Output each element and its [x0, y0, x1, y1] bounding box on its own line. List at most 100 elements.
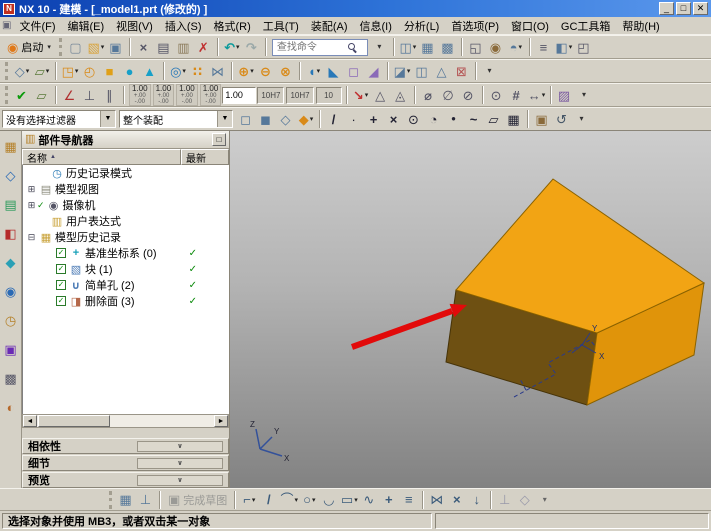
unite-button[interactable]: ⊕ ▾: [236, 61, 256, 81]
analysis-button[interactable]: ▨: [555, 85, 575, 105]
hole-button[interactable]: ◎ ▾: [168, 61, 188, 81]
redo-button[interactable]: ↷: [242, 37, 262, 57]
dimension-value-input[interactable]: [222, 86, 257, 104]
extrude-button[interactable]: ◳ ▾: [60, 61, 80, 81]
line-button[interactable]: /: [259, 490, 279, 510]
shell-button[interactable]: ◻: [344, 61, 364, 81]
no-selection-button[interactable]: ∅: [439, 85, 459, 105]
studio-spline-button[interactable]: ∿: [359, 490, 379, 510]
snap-toggle-button[interactable]: ↺: [552, 109, 572, 129]
window-button[interactable]: ◫ ▾: [398, 37, 418, 57]
maximize-button[interactable]: □: [676, 2, 691, 15]
cone-button[interactable]: ▲: [140, 61, 160, 81]
offset-face-button[interactable]: △: [432, 61, 452, 81]
menu-item[interactable]: 分析(L): [398, 17, 445, 35]
undo-button[interactable]: ↶ ▾: [222, 37, 242, 57]
point-dialog-button[interactable]: ▣: [532, 109, 552, 129]
tree-item-datum-csys[interactable]: ✓ + 基准坐标系 (0) ✓: [23, 245, 229, 261]
tolerance-field[interactable]: 1.00 +.00 -.00: [199, 84, 222, 106]
tree-item-user-expressions[interactable]: ▥ 用户表达式: [23, 213, 229, 229]
rapid-dimension-button[interactable]: ↘ ▾: [351, 85, 371, 105]
menu-item[interactable]: 工具(T): [257, 17, 305, 35]
graphics-viewport[interactable]: Y X Z X Y: [230, 131, 711, 488]
menu-item[interactable]: 信息(I): [354, 17, 398, 35]
snap-mid-point-button[interactable]: ∙: [344, 109, 364, 129]
full-screen-button[interactable]: ◱: [466, 37, 486, 57]
grid-button[interactable]: #: [507, 85, 527, 105]
part-navigator-button[interactable]: ▤: [2, 195, 20, 213]
save-button[interactable]: ▣: [106, 37, 126, 57]
selection-options-button[interactable]: ▾: [572, 109, 592, 129]
reuse-library-button[interactable]: ◧: [2, 224, 20, 242]
menu-item[interactable]: 帮助(H): [616, 17, 665, 35]
search-options-button[interactable]: ▾: [370, 37, 390, 57]
expand-section-button[interactable]: ∨: [137, 457, 223, 469]
column-name[interactable]: 名称 ▲: [22, 149, 181, 165]
trim-body-button[interactable]: ◪ ▾: [392, 61, 412, 81]
feature-checkbox[interactable]: ✓: [56, 248, 66, 258]
snap-arc-center-button[interactable]: ⊙: [404, 109, 424, 129]
arc-button[interactable]: ⌒ ▾: [279, 490, 299, 510]
chevron-down-icon[interactable]: ▼: [217, 111, 232, 127]
start-menu-button[interactable]: ◉ 启动 ▾: [2, 37, 56, 57]
command-finder-input[interactable]: [274, 40, 347, 54]
copy-button[interactable]: ▤: [154, 37, 174, 57]
scroll-left-button[interactable]: ◄: [23, 415, 37, 427]
section-dependencies[interactable]: 相依性 ∨: [22, 438, 229, 454]
roles-button[interactable]: ◐: [2, 398, 20, 416]
section-details[interactable]: 细节 ∨: [22, 455, 229, 471]
diameter-dimension-button[interactable]: ⌀: [419, 85, 439, 105]
selection-scope-dropdown[interactable]: 整个装配 ▼: [119, 110, 233, 128]
mirror-curve-button[interactable]: ⋈: [427, 490, 447, 510]
subtract-button[interactable]: ⊖: [256, 61, 276, 81]
cut-button[interactable]: ×: [134, 37, 154, 57]
fillet-button[interactable]: ◡: [319, 490, 339, 510]
project-curve-button[interactable]: ↓: [467, 490, 487, 510]
circle-button[interactable]: ○ ▾: [299, 490, 319, 510]
expand-section-button[interactable]: ∨: [137, 440, 223, 452]
orient-view-button[interactable]: ◓ ▾: [506, 37, 526, 57]
menu-item[interactable]: 文件(F): [13, 17, 61, 35]
document-menu-icon[interactable]: ▣: [2, 20, 11, 31]
menu-item[interactable]: 窗口(O): [505, 17, 555, 35]
menu-item[interactable]: GC工具箱: [555, 17, 617, 35]
snap-point-on-curve-button[interactable]: ~: [464, 109, 484, 129]
manage-button[interactable]: ▩: [2, 369, 20, 387]
hd3d-tools-button[interactable]: ◆: [2, 253, 20, 271]
tolerance-field[interactable]: 1.00 +.00 -.00: [176, 84, 198, 106]
scroll-right-button[interactable]: ►: [214, 415, 228, 427]
finish-button[interactable]: ✔: [12, 85, 32, 105]
history-button[interactable]: ◷: [2, 311, 20, 329]
more-features-button[interactable]: ▾: [480, 61, 500, 81]
feature-checkbox[interactable]: ✓: [56, 296, 66, 306]
tile-windows-button[interactable]: ▦: [418, 37, 438, 57]
navigator-h-scrollbar[interactable]: ◄ ►: [22, 414, 229, 428]
snap-point-on-surface-button[interactable]: ▱: [484, 109, 504, 129]
snap-center-button[interactable]: ⊙: [487, 85, 507, 105]
offset-curve-button[interactable]: ≡: [399, 490, 419, 510]
fit-tolerance-box[interactable]: 10H7: [286, 86, 314, 104]
rectangle-button[interactable]: ▭ ▾: [339, 490, 359, 510]
snap-bounded-grid-button[interactable]: ▦: [504, 109, 524, 129]
intersect-button[interactable]: ⊗: [276, 61, 296, 81]
pattern-feature-button[interactable]: ∷: [188, 61, 208, 81]
block-solid[interactable]: [445, 178, 706, 406]
menu-item[interactable]: 编辑(E): [62, 17, 111, 35]
selection-filter-dropdown[interactable]: 没有选择过滤器 ▼: [2, 110, 116, 128]
tolerance-field[interactable]: 1.00 +.00 -.00: [129, 84, 151, 106]
auto-dimension-button[interactable]: ◬: [391, 85, 411, 105]
edge-blend-button[interactable]: ◖ ▾: [304, 61, 324, 81]
split-body-button[interactable]: ◫: [412, 61, 432, 81]
show-constraints-button[interactable]: ⊥: [495, 490, 515, 510]
column-latest[interactable]: 最新: [181, 149, 229, 165]
menu-item[interactable]: 视图(V): [110, 17, 159, 35]
finish-sketch-button[interactable]: ▣ 完成草图: [164, 490, 231, 510]
snap-control-point-button[interactable]: +: [364, 109, 384, 129]
reattach-button[interactable]: ⊥: [136, 490, 156, 510]
new-button[interactable]: ▢: [66, 37, 86, 57]
feature-checkbox[interactable]: ✓: [56, 264, 66, 274]
sketch-button[interactable]: ▱ ▾: [32, 61, 52, 81]
process-studio-button[interactable]: ▣: [2, 340, 20, 358]
scroll-thumb[interactable]: [38, 415, 110, 427]
fit-tolerance-box[interactable]: 10: [315, 86, 342, 104]
